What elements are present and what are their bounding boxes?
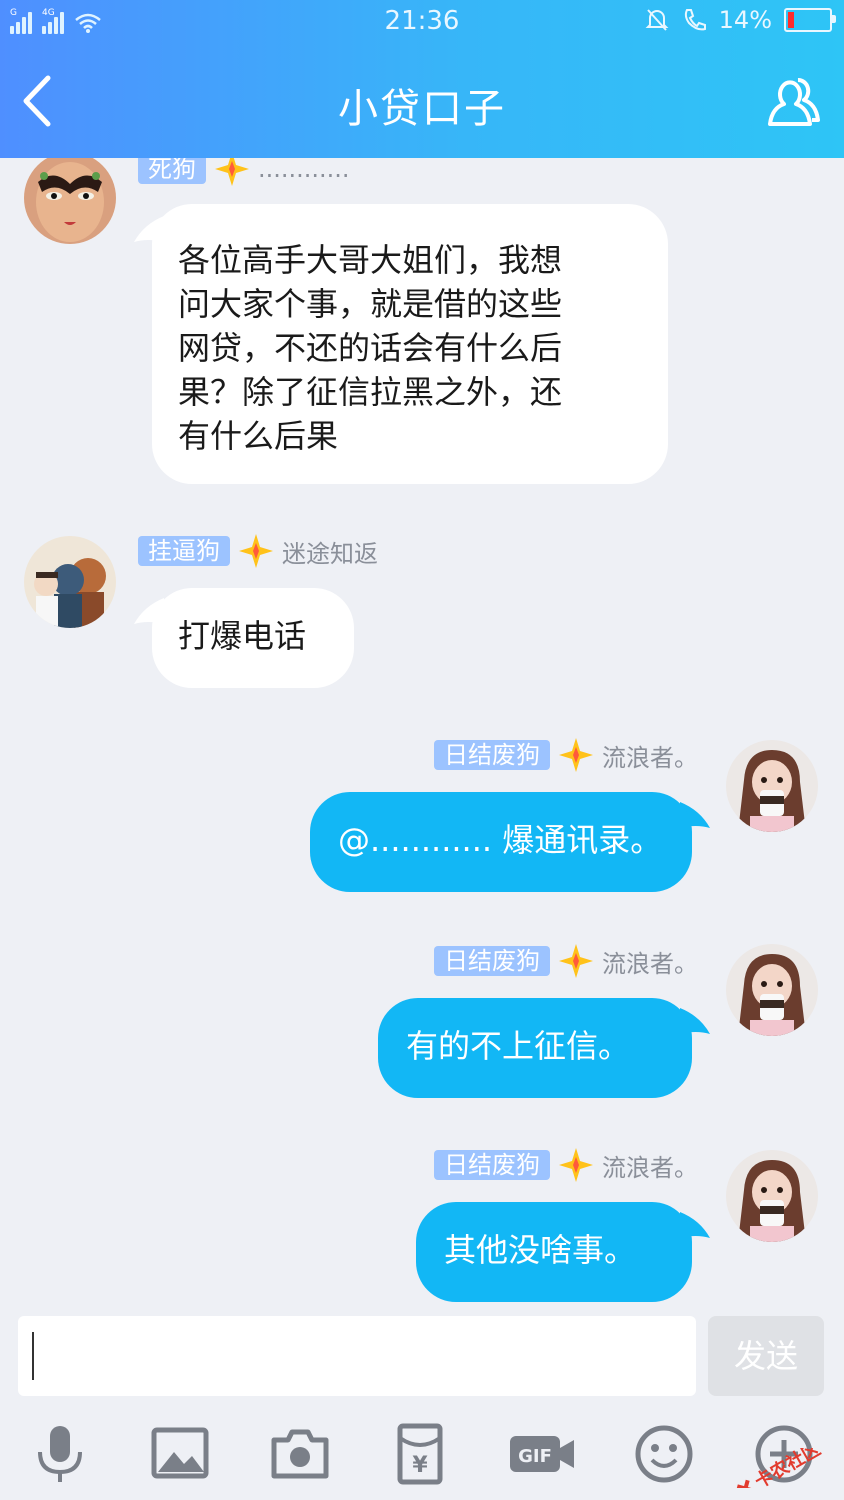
message-line: 其他没啥事。 (444, 1231, 637, 1269)
member-title-badge: 挂逼狗 (138, 536, 230, 566)
status-bar: G 4G 21:36 14% (0, 0, 844, 44)
avatar-self[interactable] (726, 740, 818, 832)
svg-text:GIF: GIF (518, 1446, 552, 1467)
input-bar: 发送 (0, 1308, 844, 1408)
message-line: 打爆电话 (178, 617, 307, 655)
sender-nickname: ............ (258, 158, 350, 183)
microphone-icon[interactable] (28, 1422, 92, 1486)
battery-percent: 14% (718, 6, 772, 34)
level-star-icon (215, 158, 249, 186)
message-line: 有什么后果 (178, 417, 339, 455)
status-right: 14% (645, 6, 836, 34)
message-bubble[interactable]: 打爆电话 (152, 588, 354, 688)
message-bubble[interactable]: 有的不上征信。 (378, 998, 692, 1098)
message-bubble[interactable]: @............ 爆通讯录。 (310, 792, 692, 892)
camera-icon[interactable] (268, 1422, 332, 1486)
sender-nickname: 流浪者。 (602, 1153, 698, 1182)
avatar-girl-with-cup (726, 1150, 818, 1242)
avatar-girl-with-cup (726, 740, 818, 832)
member-title-badge: 死狗 (138, 158, 206, 184)
text-caret (32, 1332, 34, 1380)
watermark-logo-icon: 卡农社区 (736, 1438, 824, 1498)
mute-bell-icon (645, 9, 669, 31)
send-button[interactable]: 发送 (708, 1316, 824, 1396)
avatar-opera-mask (24, 158, 116, 244)
message-bubble[interactable]: 各位高手大哥大姐们，我想 问大家个事，就是借的这些 网贷，不还的话会有什么后 果… (152, 204, 668, 484)
level-star-icon (559, 738, 593, 772)
svg-text:¥: ¥ (412, 1453, 428, 1478)
sender-meta: 日结废狗 流浪者。 (434, 738, 698, 772)
page-title: 小贷口子 (338, 86, 506, 132)
sender-nickname: 流浪者。 (602, 949, 698, 978)
member-title-badge: 日结废狗 (434, 946, 550, 976)
title-bar: G 4G 21:36 14% 小贷口子 (0, 0, 844, 158)
member-title-badge: 日结废狗 (434, 1150, 550, 1180)
sender-nickname: 迷途知返 (282, 539, 378, 568)
message-line: 各位高手大哥大姐们，我想 (178, 241, 563, 279)
level-star-icon (239, 534, 273, 568)
member-title-badge: 日结废狗 (434, 740, 550, 770)
battery-level (788, 12, 794, 28)
message-line: 网贷，不还的话会有什么后 (178, 329, 563, 367)
sender-meta: 日结废狗 流浪者。 (434, 944, 698, 978)
emoji-icon[interactable] (632, 1422, 696, 1486)
message-input[interactable] (18, 1316, 696, 1396)
group-members-icon[interactable] (762, 74, 824, 128)
input-toolbar: ¥ GIF 卡农社区 (0, 1408, 844, 1500)
red-packet-icon[interactable]: ¥ (388, 1422, 452, 1486)
sender-meta: 死狗 ............ (138, 158, 350, 186)
image-icon[interactable] (148, 1422, 212, 1486)
sender-nickname: 流浪者。 (602, 743, 698, 772)
sender-meta: 日结废狗 流浪者。 (434, 1148, 698, 1182)
gif-icon[interactable]: GIF (508, 1422, 576, 1486)
avatar[interactable] (24, 158, 116, 244)
avatar-cartoon-characters (24, 536, 116, 628)
message-line: 果？除了征信拉黑之外，还 (178, 373, 563, 411)
site-watermark: 卡农社区 (726, 1438, 836, 1498)
message-list[interactable]: 死狗 ............ 各位高手大哥大姐们，我想 问大家个事，就是借的这… (0, 158, 844, 1308)
level-star-icon (559, 1148, 593, 1182)
message-line: 问大家个事，就是借的这些 (178, 285, 563, 323)
level-star-icon (559, 944, 593, 978)
hd-call-icon (684, 9, 706, 31)
sender-meta: 挂逼狗 迷途知返 (138, 534, 378, 568)
avatar-self[interactable] (726, 944, 818, 1036)
avatar[interactable] (24, 536, 116, 628)
watermark-text: 卡农社区 (751, 1448, 824, 1488)
avatar-self[interactable] (726, 1150, 818, 1242)
message-line: @............ 爆通讯录。 (338, 821, 663, 859)
message-line: 有的不上征信。 (406, 1027, 631, 1065)
battery-icon (784, 8, 836, 32)
avatar-girl-with-cup (726, 944, 818, 1036)
message-bubble[interactable]: 其他没啥事。 (416, 1202, 692, 1302)
